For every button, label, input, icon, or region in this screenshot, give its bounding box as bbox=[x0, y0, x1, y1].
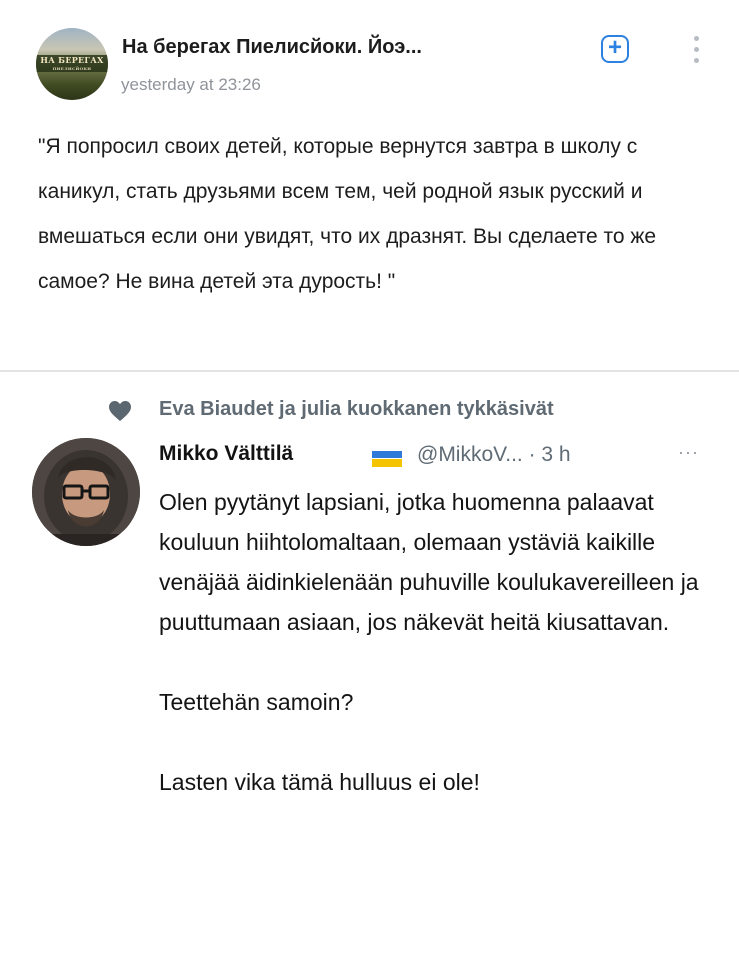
author-handle-time[interactable]: @MikkoV... · 3 h bbox=[417, 443, 571, 467]
post-timestamp[interactable]: yesterday at 23:26 bbox=[121, 75, 261, 95]
liked-by-text: Eva Biaudet ja julia kuokkanen tykkäsivä… bbox=[159, 398, 554, 420]
ukraine-flag-icon bbox=[372, 451, 402, 467]
vertical-dots-icon bbox=[688, 36, 704, 63]
plus-square-icon: + bbox=[607, 34, 622, 61]
tweet-body: Olen pyytänyt lapsiani, jotka huomenna p… bbox=[159, 482, 719, 802]
subscribe-button[interactable]: + bbox=[601, 35, 629, 63]
author-portrait-icon bbox=[32, 438, 140, 546]
post-header: НА БЕРЕГАХ ПИЕЛИСЙОКИ На берегах Пиелисй… bbox=[0, 0, 739, 115]
divider bbox=[0, 370, 739, 372]
horizontal-dots-icon[interactable]: ··· bbox=[678, 442, 699, 463]
tweet-paragraph: Lasten vika tämä hulluus ei ole! bbox=[159, 769, 480, 795]
group-avatar[interactable]: НА БЕРЕГАХ ПИЕЛИСЙОКИ bbox=[36, 28, 108, 100]
tweet-paragraph: Olen pyytänyt lapsiani, jotka huomenna p… bbox=[159, 489, 699, 635]
tweet-paragraph: Teettehän samoin? bbox=[159, 689, 354, 715]
author-avatar[interactable] bbox=[32, 438, 140, 546]
post-text: "Я попросил своих детей, которые вернутс… bbox=[38, 135, 657, 293]
group-name[interactable]: На берегах Пиелисйоки. Йоэ... bbox=[122, 36, 422, 59]
author-name[interactable]: Mikko Välttilä bbox=[159, 442, 293, 466]
more-options-button[interactable] bbox=[688, 36, 704, 68]
group-avatar-banner: НА БЕРЕГАХ ПИЕЛИСЙОКИ bbox=[36, 55, 108, 72]
heart-icon bbox=[109, 401, 131, 421]
